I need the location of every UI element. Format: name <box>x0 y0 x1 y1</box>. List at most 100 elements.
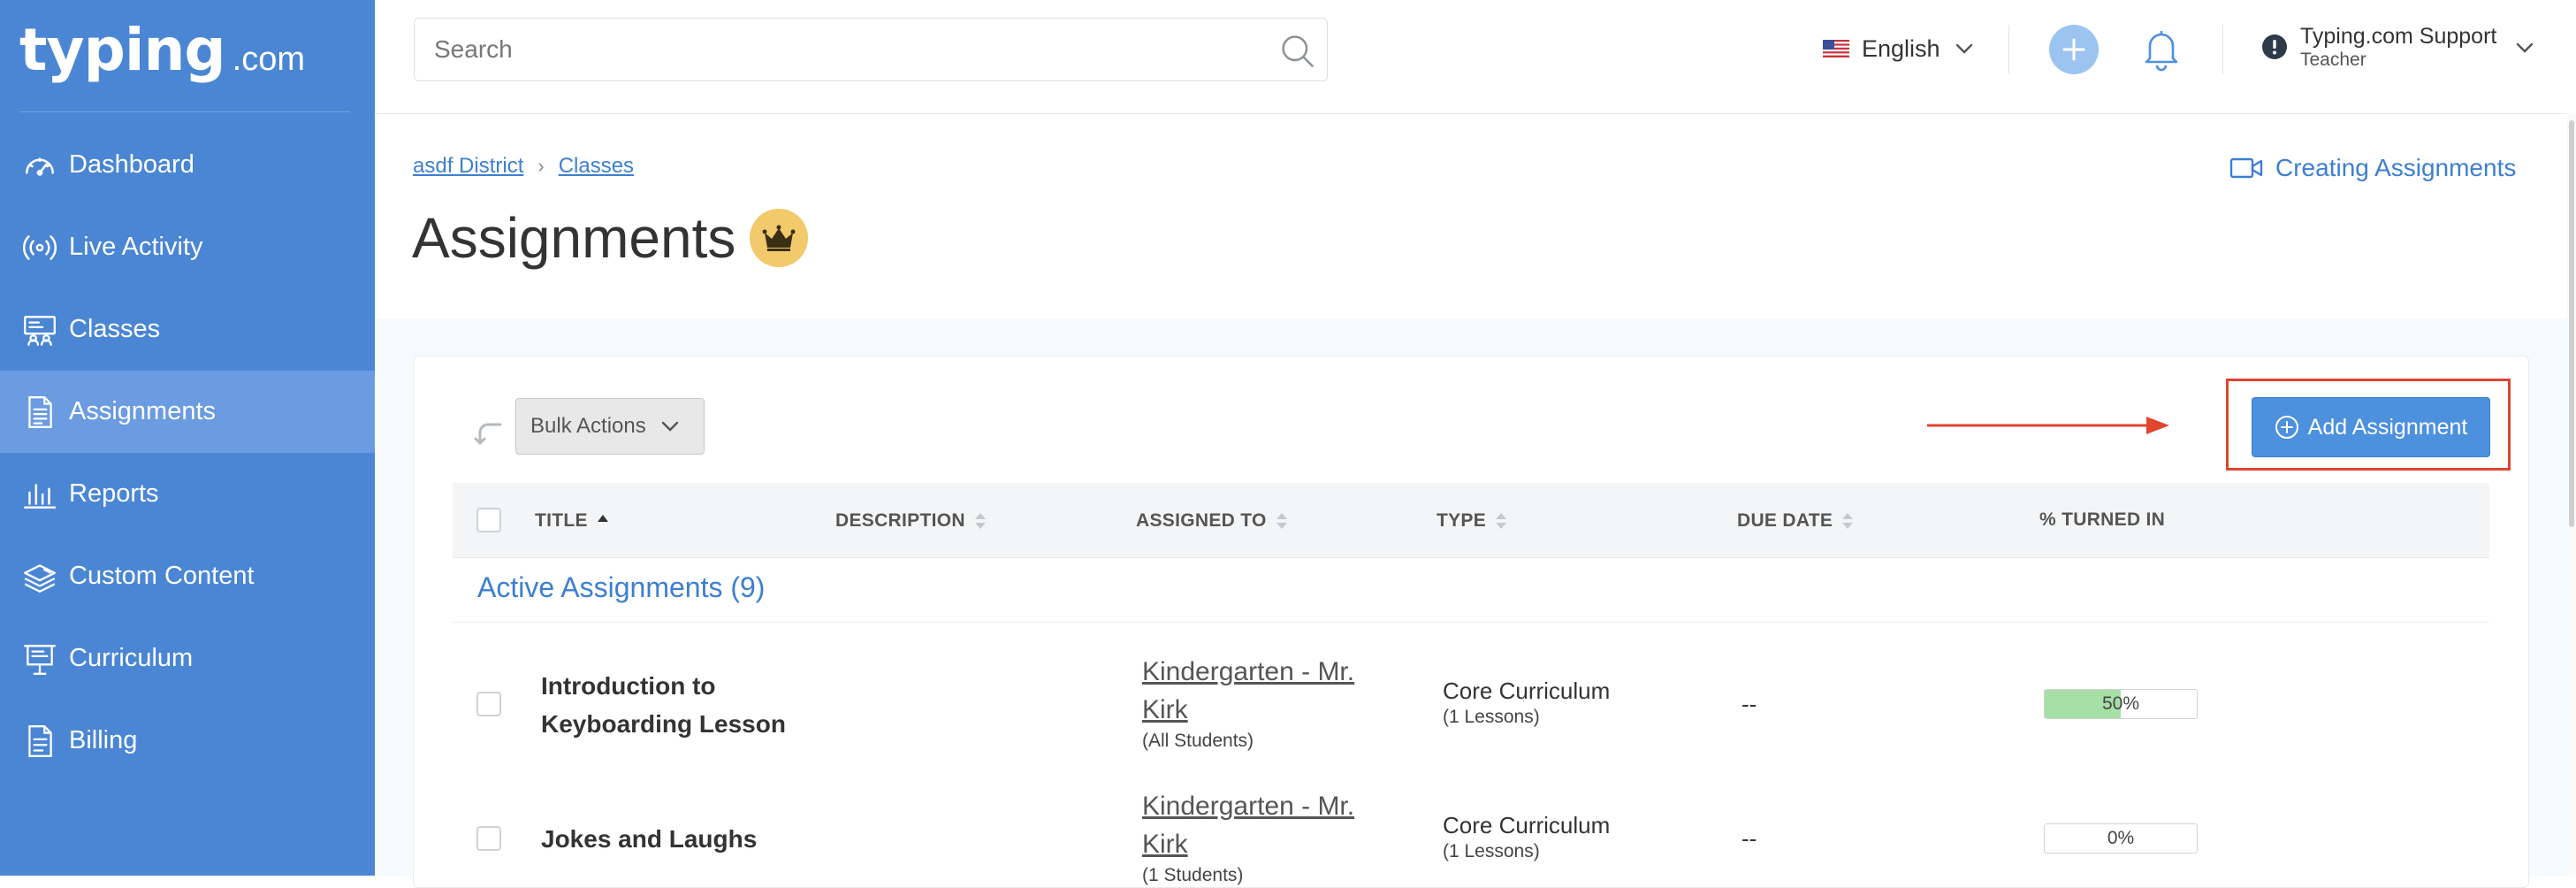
creating-assignments-label: Creating Assignments <box>2275 154 2517 181</box>
assigned-class-link[interactable]: Kindergarten - Mr. Kirk <box>1142 792 1354 859</box>
progress-label: 0% <box>2107 828 2135 848</box>
sidebar-item-custom-content[interactable]: Custom Content <box>0 535 375 617</box>
turned-in-progress: 50% <box>2044 689 2198 719</box>
broadcast-icon <box>19 227 60 268</box>
plus-circle-icon <box>2275 416 2298 439</box>
sidebar-item-curriculum[interactable]: Curriculum <box>0 617 375 700</box>
row-checkbox[interactable] <box>476 692 501 716</box>
assignment-title[interactable]: Jokes and Laughs <box>541 820 806 858</box>
add-assignment-label: Add Assignment <box>2307 414 2468 440</box>
type-lessons: (1 Lessons) <box>1443 841 1540 861</box>
receipt-icon <box>19 721 60 762</box>
breadcrumb-district-link[interactable]: asdf District <box>413 154 523 179</box>
classroom-icon <box>19 310 60 350</box>
sidebar-item-billing[interactable]: Billing <box>0 700 375 782</box>
topbar-divider <box>2222 25 2223 74</box>
column-header-label: DUE DATE <box>1737 510 1833 531</box>
layers-edit-icon <box>19 556 60 597</box>
plus-icon <box>2062 38 2085 61</box>
user-menu[interactable]: Typing.com Support Teacher <box>2261 23 2537 76</box>
column-header-label: % TURNED IN <box>2039 509 2166 530</box>
table-header: TITLE DESCRIPTION ASSIGNED TO TYPE DUE D… <box>453 483 2489 558</box>
sidebar-item-classes[interactable]: Classes <box>0 288 375 371</box>
sidebar-item-label: Classes <box>69 315 161 343</box>
column-header-label: TYPE <box>1437 510 1487 531</box>
sidebar-item-label: Reports <box>69 479 159 508</box>
scrollbar-thumb[interactable] <box>2569 120 2574 527</box>
sort-icon <box>974 513 986 529</box>
due-date: -- <box>1741 825 1757 852</box>
add-assignment-button[interactable]: Add Assignment <box>2252 397 2490 457</box>
bell-icon[interactable] <box>2136 23 2187 74</box>
type-cell: Core Curriculum (1 Lessons) <box>1443 676 1610 729</box>
sort-icon <box>1496 513 1507 529</box>
sort-icon <box>1276 513 1287 529</box>
sidebar-item-reports[interactable]: Reports <box>0 453 375 535</box>
column-header-title[interactable]: TITLE <box>535 509 611 532</box>
vertical-scrollbar[interactable] <box>2567 113 2576 876</box>
sort-asc-icon <box>597 515 608 522</box>
us-flag-icon <box>1823 40 1849 57</box>
breadcrumb-classes-link[interactable]: Classes <box>559 154 634 179</box>
chevron-down-icon <box>1955 43 1972 54</box>
sidebar: typing .com Dashboard Live Activity Clas… <box>0 0 375 876</box>
page-title-wrap: Assignments <box>412 205 809 271</box>
search-icon[interactable] <box>1277 31 1316 70</box>
video-camera-icon <box>2229 157 2263 179</box>
column-header-turned-in: % TURNED IN <box>2039 509 2165 531</box>
sidebar-divider <box>19 111 350 112</box>
app-window: typing .com Dashboard Live Activity Clas… <box>0 0 2576 888</box>
logo-domain: .com <box>232 41 306 78</box>
language-selector[interactable]: English <box>1823 30 1976 67</box>
active-assignments-heading[interactable]: Active Assignments (9) <box>477 571 765 604</box>
sidebar-item-dashboard[interactable]: Dashboard <box>0 124 375 206</box>
section-divider <box>453 622 2489 623</box>
chevron-down-icon <box>661 421 678 432</box>
sidebar-item-label: Dashboard <box>69 150 194 179</box>
breadcrumb-separator: › <box>537 155 545 177</box>
select-all-checkbox[interactable] <box>476 508 501 532</box>
creating-assignments-link[interactable]: Creating Assignments <box>2229 154 2516 182</box>
assigned-class-link[interactable]: Kindergarten - Mr. Kirk <box>1142 657 1354 724</box>
user-name: Typing.com Support <box>2300 24 2497 49</box>
column-header-description[interactable]: DESCRIPTION <box>835 509 988 532</box>
logo-wordmark: typing <box>19 16 226 84</box>
sidebar-nav: Dashboard Live Activity Classes Assignme… <box>0 124 375 782</box>
page-title: Assignments <box>412 206 736 270</box>
chevron-down-icon <box>2517 42 2534 53</box>
sidebar-item-label: Live Activity <box>69 233 203 261</box>
user-role: Teacher <box>2300 50 2366 70</box>
typing-logo[interactable]: typing .com <box>19 16 306 84</box>
due-date: -- <box>1741 691 1757 717</box>
row-checkbox[interactable] <box>476 826 501 851</box>
column-header-assigned-to[interactable]: ASSIGNED TO <box>1136 509 1290 532</box>
user-info: Typing.com Support Teacher <box>2300 23 2496 71</box>
presentation-icon <box>19 639 60 679</box>
assignment-title[interactable]: Introduction to Keyboarding Lesson <box>541 667 806 743</box>
type-label: Core Curriculum <box>1443 677 1611 704</box>
column-header-label: DESCRIPTION <box>835 510 965 531</box>
annotation-arrow <box>1927 417 2169 434</box>
sidebar-item-assignments[interactable]: Assignments <box>0 371 375 453</box>
alert-icon <box>2262 34 2287 59</box>
type-cell: Core Curriculum (1 Lessons) <box>1443 810 1610 863</box>
quick-add-button[interactable] <box>2049 25 2099 74</box>
sidebar-item-label: Curriculum <box>69 644 194 672</box>
top-bar: English Typing.com Support Teacher <box>375 0 2576 114</box>
sidebar-item-label: Billing <box>69 726 138 754</box>
type-lessons: (1 Lessons) <box>1443 707 1540 727</box>
language-label: English <box>1862 34 1940 62</box>
topbar-divider <box>2008 25 2009 74</box>
assigned-students: (All Students) <box>1142 731 1254 751</box>
undo-arrow-icon[interactable] <box>474 414 509 449</box>
column-header-type[interactable]: TYPE <box>1437 509 1509 532</box>
column-header-due-date[interactable]: DUE DATE <box>1737 509 1856 532</box>
breadcrumb: asdf District › Classes <box>413 154 634 179</box>
sidebar-item-live-activity[interactable]: Live Activity <box>0 206 375 288</box>
assigned-to-cell: Kindergarten - Mr. Kirk (All Students) <box>1142 653 1407 754</box>
gauge-icon <box>19 145 60 186</box>
sort-icon <box>1842 513 1854 529</box>
column-header-label: ASSIGNED TO <box>1136 510 1267 531</box>
search-input[interactable] <box>415 19 1263 80</box>
bulk-actions-dropdown[interactable]: Bulk Actions <box>515 398 705 455</box>
